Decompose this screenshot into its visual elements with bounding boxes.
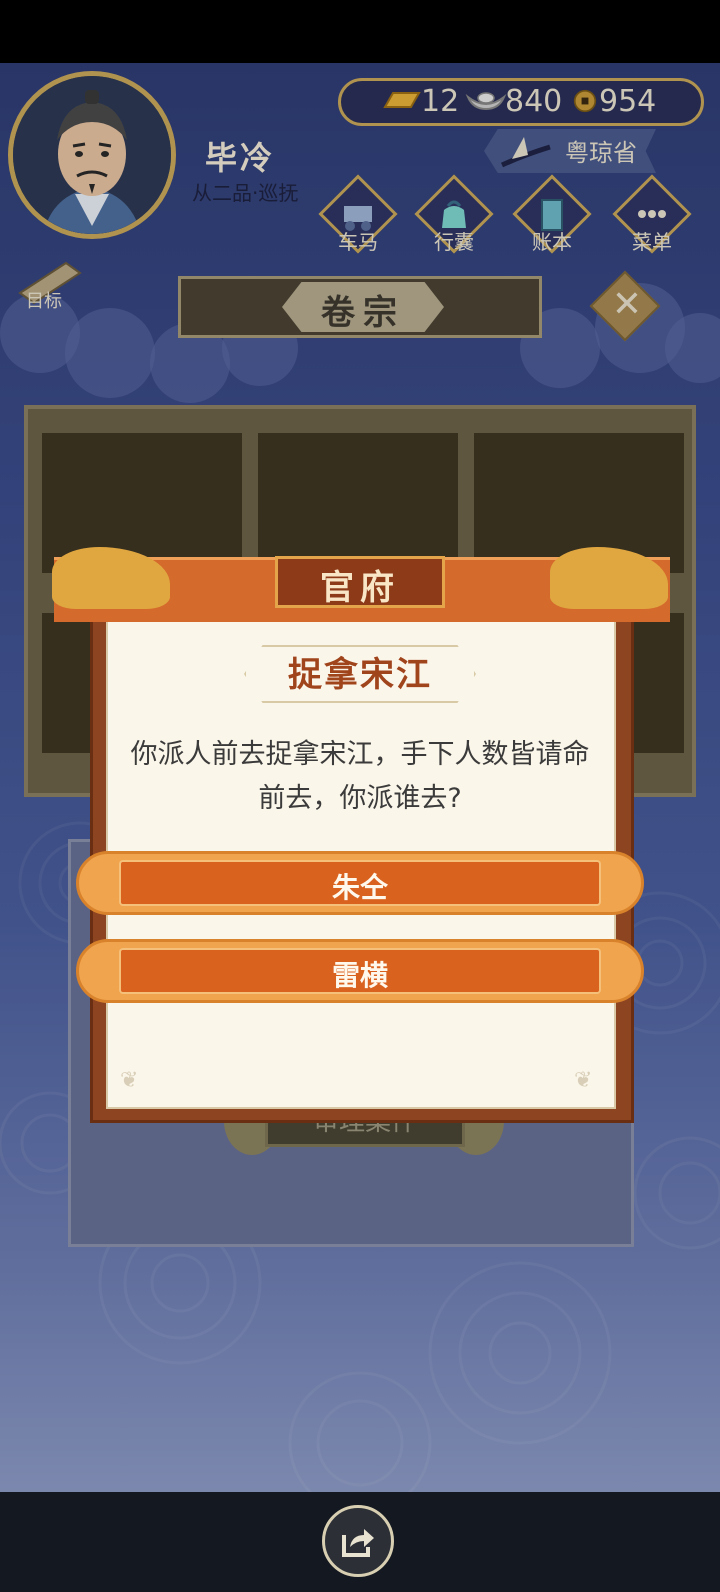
choice-label-1: 朱仝 — [331, 871, 388, 904]
choice-label-2: 雷横 — [331, 959, 388, 992]
popup-header: 官府 — [320, 568, 400, 608]
corner-ornament-right: ❦ — [574, 1068, 593, 1093]
choice-button-2[interactable]: 雷横 — [76, 939, 644, 1003]
share-button[interactable] — [322, 1505, 394, 1577]
popup-message: 你派人前去捉拿宋江，手下人数皆请命前去，你派谁去? — [130, 739, 590, 814]
share-icon — [342, 1529, 374, 1557]
choice-button-1[interactable]: 朱仝 — [76, 851, 644, 915]
popup-title: 捉拿宋江 — [288, 655, 432, 695]
status-bar — [0, 0, 720, 63]
game-screen: 毕冷 从二品·巡抚 12 840 954 粤琼省 车马 行囊 账本 菜单 目标 … — [0, 63, 720, 1492]
corner-ornament-left: ❦ — [120, 1068, 139, 1093]
